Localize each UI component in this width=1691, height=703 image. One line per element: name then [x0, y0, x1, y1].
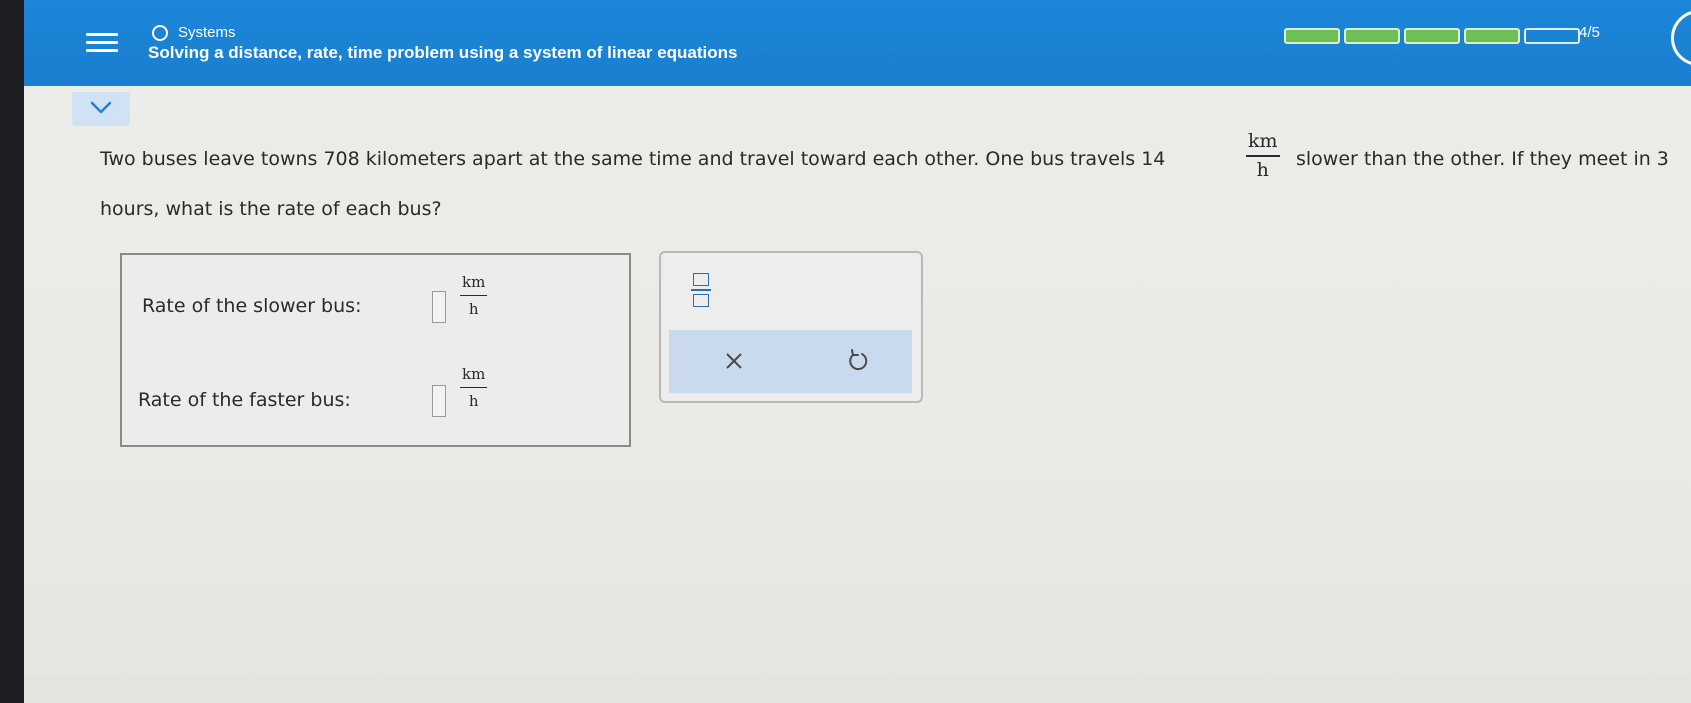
- math-tool-panel: [659, 251, 923, 403]
- slower-bus-label: Rate of the slower bus:: [142, 295, 362, 317]
- x-icon: [726, 353, 742, 369]
- chevron-down-icon: [90, 101, 112, 114]
- header-bar: Systems Solving a distance, rate, time p…: [24, 0, 1691, 86]
- topic-circle-icon: [152, 24, 168, 41]
- unit-denominator: h: [468, 392, 479, 410]
- progress-segment: [1284, 28, 1340, 44]
- screen: Systems Solving a distance, rate, time p…: [24, 0, 1691, 703]
- topic-label: Systems: [178, 24, 236, 41]
- topic-row: Systems: [152, 24, 236, 41]
- unit-denominator: h: [1256, 158, 1269, 181]
- undo-button[interactable]: [843, 346, 873, 376]
- unit-numerator: km: [1246, 130, 1280, 157]
- problem-text-after: slower than the other. If they meet in 3: [1296, 148, 1669, 170]
- undo-icon: [849, 349, 868, 371]
- unit-numerator: km: [460, 273, 488, 296]
- unit-denominator: h: [468, 300, 479, 318]
- faster-bus-label: Rate of the faster bus:: [138, 389, 351, 411]
- action-strip: [669, 330, 912, 393]
- clear-button[interactable]: [719, 346, 749, 376]
- slower-bus-unit: km h: [460, 273, 488, 318]
- progress-segment: [1344, 28, 1400, 44]
- problem-unit-fraction: km h: [1246, 130, 1280, 182]
- fraction-icon: [693, 273, 709, 286]
- account-circle-icon[interactable]: [1671, 10, 1691, 66]
- faster-bus-input[interactable]: [432, 385, 446, 417]
- progress-segment: [1464, 28, 1520, 44]
- problem-text-before: Two buses leave towns 708 kilometers apa…: [100, 148, 1166, 170]
- progress-segment: [1404, 28, 1460, 44]
- answer-box: Rate of the slower bus: km h Rate of the…: [120, 253, 631, 447]
- collapse-button[interactable]: [72, 92, 130, 126]
- progress-label: 4/5: [1579, 24, 1600, 41]
- menu-button[interactable]: [82, 28, 122, 62]
- hamburger-icon: [86, 33, 118, 36]
- faster-bus-unit: km h: [460, 365, 488, 410]
- progress-bar: [1284, 28, 1584, 44]
- lesson-title: Solving a distance, rate, time problem u…: [148, 43, 738, 62]
- progress-segment: [1524, 28, 1580, 44]
- unit-numerator: km: [460, 365, 488, 388]
- fraction-button[interactable]: [689, 273, 713, 313]
- slower-bus-input[interactable]: [432, 291, 446, 323]
- problem-question: hours, what is the rate of each bus?: [100, 198, 442, 220]
